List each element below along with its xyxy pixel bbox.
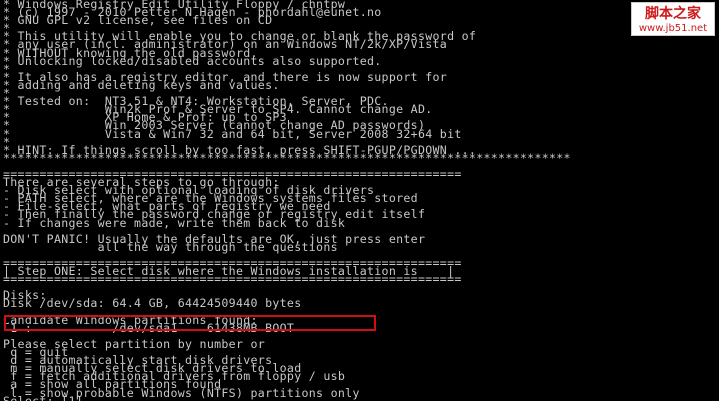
watermark-title: 脚本之家 xyxy=(645,6,701,22)
site-watermark-logo: 脚本之家 www.jb51.net xyxy=(631,2,715,36)
terminal-line: ****************************************… xyxy=(3,150,571,165)
terminal-line: l = show probable Windows (NTFS) partiti… xyxy=(3,385,360,400)
terminal-line: * Unlocking locked/disabled accounts als… xyxy=(3,53,382,68)
selected-partition-highlight xyxy=(4,315,376,331)
terminal-window[interactable]: * Windows Registry Edit Utility Floppy /… xyxy=(0,0,719,401)
terminal-line: * Vista & Win7 32 and 64 bit, Server 200… xyxy=(3,126,462,141)
terminal-line: Please select partition by number or xyxy=(3,336,266,351)
terminal-output: * Windows Registry Edit Utility Floppy /… xyxy=(0,0,719,401)
watermark-url: www.jb51.net xyxy=(638,23,708,34)
terminal-line: ========================================… xyxy=(3,272,462,287)
terminal-line: Disk /dev/sda: 64.4 GB, 64424509440 byte… xyxy=(3,296,302,311)
